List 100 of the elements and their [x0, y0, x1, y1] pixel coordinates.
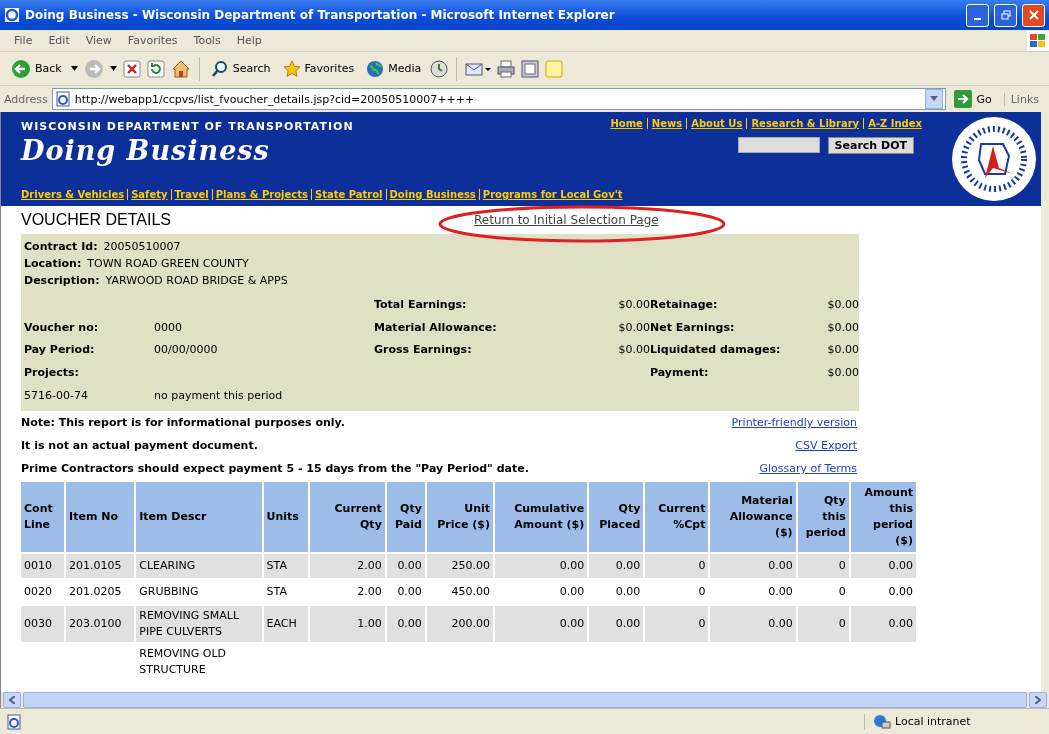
field-label: Pay Period:	[24, 343, 96, 357]
column-header: Cumulative Amount ($)	[495, 482, 588, 552]
table-cell-text: REMOVING OLD STRUCTURE	[138, 646, 228, 678]
media-button[interactable]: Media	[363, 57, 425, 80]
page-heading: VOUCHER DETAILS	[21, 211, 172, 229]
table-cell-text: 0.00	[767, 584, 794, 601]
search-button[interactable]: Search DOT	[827, 137, 914, 154]
field-label: Contract Id:	[24, 239, 98, 255]
table-cell-text: STA	[265, 584, 288, 601]
field-label: Net Earnings:	[650, 320, 736, 334]
table-cell-text: 0.00	[396, 584, 423, 601]
note-text: Note: This report is for informational purposes only.	[21, 416, 345, 429]
nav-link[interactable]: Travel	[174, 189, 209, 200]
dot-logo-icon	[950, 116, 1037, 202]
favorites-button[interactable]: Favorites	[279, 57, 358, 80]
table-cell: 0.00	[710, 606, 796, 642]
back-button[interactable]: Back	[8, 56, 65, 81]
menu-item[interactable]: Edit	[40, 34, 78, 47]
zone-label: Local intranet	[895, 715, 971, 728]
home-icon[interactable]	[170, 58, 191, 79]
header-link[interactable]: Research & Library	[751, 118, 860, 129]
field-value: 00/00/0000	[154, 343, 219, 357]
links-label[interactable]: Links	[1003, 92, 1045, 106]
table-cell: 0	[645, 554, 709, 578]
table-cell: 0.00	[589, 606, 644, 642]
window-title: Doing Business - Wisconsin Department of Transportation - Microsoft Internet Explorer	[25, 8, 616, 22]
page-link[interactable]: Printer-friendly version	[731, 416, 857, 429]
site-title: Doing Business	[21, 135, 271, 166]
refresh-icon[interactable]	[146, 59, 165, 78]
nav-link[interactable]: Plans & Projects	[215, 189, 308, 200]
caret-icon[interactable]	[109, 66, 117, 71]
header-link[interactable]: About Us	[691, 118, 743, 129]
field-label: Liquidated damages:	[650, 343, 782, 357]
field-value: 0000	[154, 320, 183, 334]
column-header: Material Allowance ($)	[710, 482, 796, 552]
menu-item[interactable]: Tools	[185, 34, 229, 47]
search-icon	[210, 59, 229, 78]
table-cell: 0.00	[386, 606, 425, 642]
amount-value: $0.00	[617, 297, 650, 311]
table-cell: 201.0105	[66, 554, 135, 578]
search-field[interactable]	[737, 137, 820, 153]
nav-link[interactable]: State Patrol	[314, 189, 383, 200]
page-link[interactable]: CSV Export	[795, 439, 857, 452]
scroll-right-button[interactable]	[1029, 692, 1047, 708]
nav-link[interactable]: Programs for Local Gov't	[482, 189, 623, 200]
scroll-left-button[interactable]	[3, 692, 21, 708]
table-cell-text: 0.00	[887, 584, 914, 601]
minimize-icon	[974, 17, 981, 20]
amount-value: $0.00	[826, 366, 859, 380]
field-value: no payment this period	[154, 389, 284, 403]
field-label: Voucher no:	[24, 320, 100, 334]
field-label: Payment:	[650, 366, 710, 380]
table-cell: 0	[797, 554, 849, 578]
nav-link[interactable]: Safety	[131, 189, 168, 200]
table-cell: STA	[263, 554, 308, 578]
page-link[interactable]: Glossary of Terms	[759, 462, 857, 475]
table-cell: 200.00	[426, 606, 493, 642]
close-button[interactable]	[1022, 3, 1045, 27]
search-button[interactable]: Search	[207, 57, 274, 80]
field-value: 20050510007	[103, 239, 181, 255]
printer-icon[interactable]	[497, 59, 516, 78]
menu-item[interactable]: File	[6, 34, 41, 47]
field-value: TOWN ROAD GREEN COUNTY	[87, 256, 249, 272]
amount-value: $0.00	[826, 320, 859, 334]
column-header: Cont Line	[21, 482, 65, 552]
minimize-button[interactable]	[966, 3, 989, 27]
table-cell: 0.00	[495, 606, 588, 642]
menu-item[interactable]: Favorites	[119, 34, 186, 47]
caret-icon	[930, 96, 939, 102]
header-link[interactable]: A-Z Index	[868, 118, 922, 129]
column-header: Item No	[66, 482, 135, 552]
table-cell: 2.00	[309, 554, 385, 578]
table-cell: 0	[645, 606, 709, 642]
column-header: Qty Paid	[386, 482, 425, 552]
restore-button[interactable]	[994, 3, 1017, 27]
browser-icon	[4, 7, 20, 23]
header-link[interactable]: Home	[610, 118, 643, 129]
restore-icon	[1000, 10, 1011, 20]
nav-link[interactable]: Doing Business	[389, 189, 476, 200]
menu-item[interactable]: View	[77, 34, 120, 47]
stop-icon[interactable]	[122, 59, 141, 78]
go-button[interactable]: Go	[950, 90, 1000, 108]
address-label: Address	[4, 92, 48, 106]
amount-value: $0.00	[826, 297, 859, 311]
address-field[interactable]: http://webapp1/ccpvs/list_fvoucher_details.jsp?cid=20050510007++++	[51, 88, 947, 110]
table-cell: REMOVING SMALL PIPE CULVERTS	[136, 606, 262, 642]
field-label: Total Earnings:	[374, 297, 468, 311]
header-link[interactable]: News	[651, 118, 683, 129]
table-cell-text: 0.00	[558, 584, 586, 601]
page-icon	[54, 91, 71, 107]
close-icon	[1028, 10, 1039, 20]
menu-item[interactable]: Help	[228, 34, 270, 47]
nav-link[interactable]: Drivers & Vehicles	[21, 189, 125, 200]
history-icon[interactable]	[430, 59, 449, 78]
field-label: Projects:	[24, 366, 80, 380]
caret-icon[interactable]	[70, 66, 78, 71]
field-label: Material Allowance:	[374, 320, 498, 334]
dropdown-button[interactable]	[925, 89, 944, 109]
edit-icon[interactable]	[521, 59, 540, 78]
table-cell: 0.00	[710, 554, 796, 578]
